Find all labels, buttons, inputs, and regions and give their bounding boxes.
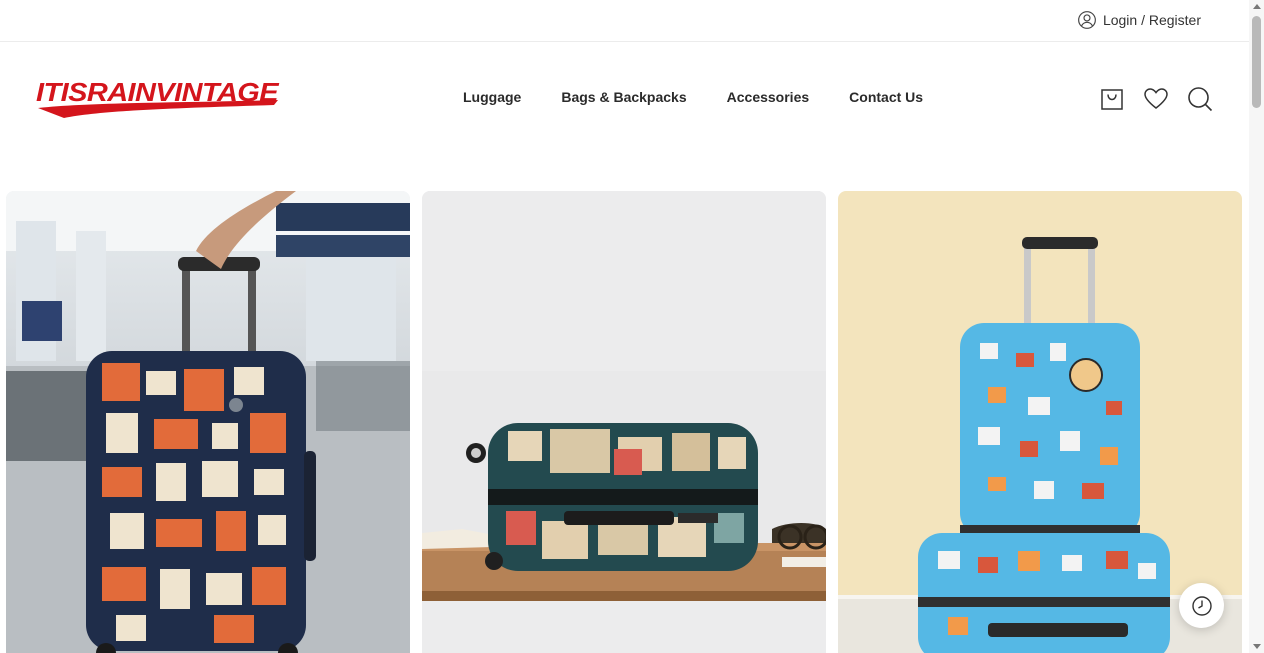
brand-logo[interactable]: ITISRAINVINTAGE <box>34 76 280 120</box>
nav-bags-backpacks[interactable]: Bags & Backpacks <box>561 89 686 105</box>
nav-luggage[interactable]: Luggage <box>463 89 521 105</box>
luggage-vintage-stamps-image <box>422 191 826 653</box>
heart-icon <box>1144 88 1168 109</box>
user-circle-icon <box>1078 11 1096 29</box>
login-register-link[interactable]: Login / Register <box>1077 10 1201 30</box>
page-scrollbar[interactable] <box>1249 0 1264 653</box>
scroll-down-arrow-icon[interactable] <box>1253 644 1261 649</box>
product-card-1[interactable] <box>6 191 410 653</box>
wishlist-button[interactable] <box>1143 86 1169 112</box>
product-card-3[interactable] <box>838 191 1242 653</box>
bag-icon <box>1101 89 1123 110</box>
scroll-thumb[interactable] <box>1252 16 1261 108</box>
top-bar: Login / Register <box>0 0 1249 42</box>
luggage-cartoon-print-image <box>838 191 1242 653</box>
nav-accessories[interactable]: Accessories <box>727 89 810 105</box>
header-icons <box>1099 86 1213 112</box>
product-cards <box>6 191 1242 653</box>
login-register-label: Login / Register <box>1102 12 1201 28</box>
clock-history-icon <box>1191 595 1212 616</box>
recently-viewed-button[interactable] <box>1179 583 1224 628</box>
site-header: ITISRAINVINTAGE Luggage Bags & Backpacks… <box>0 42 1249 152</box>
nav-contact-us[interactable]: Contact Us <box>849 89 923 105</box>
luggage-geometric-image <box>6 191 410 653</box>
search-button[interactable] <box>1187 86 1213 112</box>
scroll-up-arrow-icon[interactable] <box>1253 4 1261 9</box>
logo-graphic: ITISRAINVINTAGE <box>36 77 280 118</box>
cart-button[interactable] <box>1099 86 1125 112</box>
main-nav: Luggage Bags & Backpacks Accessories Con… <box>463 89 923 105</box>
product-card-2[interactable] <box>422 191 826 653</box>
search-icon <box>1188 87 1213 112</box>
